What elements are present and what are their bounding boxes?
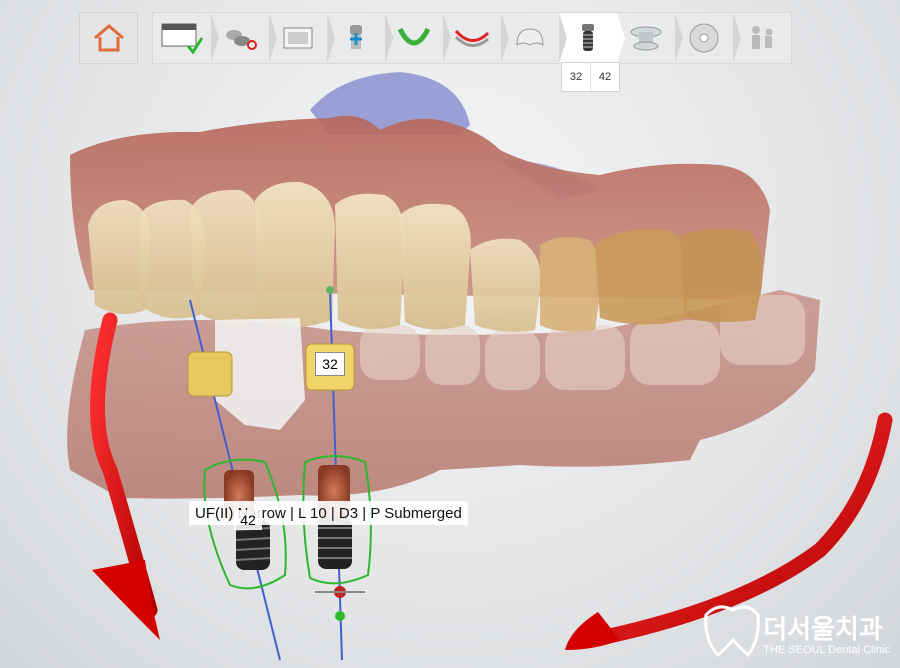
depth-handle[interactable] [335, 611, 345, 621]
rotate-arrow-right-head[interactable] [565, 612, 620, 650]
implant-tab-32[interactable]: 32 [562, 63, 590, 91]
sleeve-42[interactable] [187, 351, 233, 397]
scan-preview-icon [283, 27, 313, 49]
implant-tab-42[interactable]: 42 [590, 63, 619, 91]
home-button[interactable] [79, 12, 138, 64]
add-implant-icon [350, 25, 362, 49]
people-icon [752, 26, 773, 49]
implant-tabs: 32 42 [561, 62, 620, 92]
step-crown[interactable] [501, 13, 567, 63]
step-implant-planning[interactable] [559, 13, 625, 63]
clinic-name-korean: 더서울치과 [763, 615, 883, 645]
workflow-steps [152, 12, 792, 64]
order-form-icon [161, 23, 204, 55]
clinic-name-english: THE SEOUL Dental Clinic [763, 644, 890, 656]
export-disc-icon [689, 23, 719, 53]
step-order-form[interactable] [153, 13, 219, 63]
step-sleeve[interactable] [617, 13, 683, 63]
implant-icon [582, 24, 594, 51]
home-icon [93, 24, 124, 52]
rotate-arrow-left-head[interactable] [92, 560, 160, 640]
lower-jaw-icon [397, 27, 431, 46]
implant-info-label: UF(II) Narrow | L 10 | D3 | P Submerged [189, 501, 468, 525]
top-handle[interactable] [326, 286, 334, 294]
crown-icon [516, 28, 544, 46]
tooth-label-42: 42 [234, 510, 262, 530]
step-bite[interactable] [443, 13, 509, 63]
scan-tools-icon [226, 30, 257, 50]
step-preview[interactable] [269, 13, 335, 63]
tooth-label-32: 32 [315, 352, 345, 376]
step-lower-jaw[interactable] [385, 13, 451, 63]
step-export[interactable] [675, 13, 741, 63]
clinic-logo: 더서울치과 THE SEOUL Dental Clinic [697, 616, 890, 656]
dental-3d-viewport[interactable] [0, 0, 900, 668]
step-share[interactable] [733, 13, 791, 63]
step-add-implant[interactable] [327, 13, 393, 63]
step-scan[interactable] [211, 13, 277, 63]
bite-alignment-icon [454, 29, 490, 47]
workflow-toolbar [79, 12, 792, 64]
sleeve-icon [630, 26, 662, 51]
